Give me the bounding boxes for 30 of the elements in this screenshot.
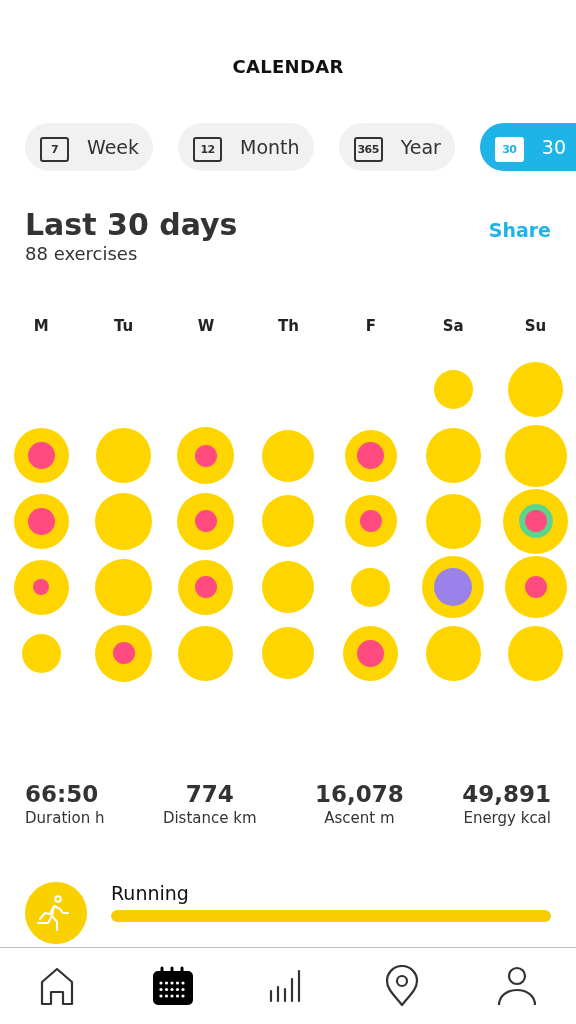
exercise-count: 88 exercises	[25, 243, 139, 265]
weekday-label: W	[197, 317, 215, 337]
period-tab[interactable]: 12 Month	[178, 123, 314, 171]
stat-value: 49,891	[462, 780, 551, 809]
calendar-icon: 365	[353, 137, 383, 162]
weekday-label: F	[365, 317, 376, 337]
stat-value: 66:50	[25, 780, 99, 809]
period-tab[interactable]: 7 Week	[25, 123, 154, 171]
weekday-label: Th	[277, 317, 299, 337]
weekday-label: M	[33, 317, 49, 337]
stat-label: Distance km	[162, 809, 257, 827]
weekday-label: Tu	[113, 317, 134, 337]
running-person-icon	[25, 882, 87, 944]
stat-label: Energy kcal	[463, 809, 551, 827]
period-title: Last 30 days	[25, 207, 238, 243]
calendar-icon: 30	[494, 137, 524, 162]
stat-label: Ascent m	[324, 809, 395, 827]
activity-bubble[interactable]	[13, 494, 69, 549]
screen-title: CALENDAR	[232, 56, 344, 77]
calendar-icon: 12	[193, 137, 223, 162]
activity-name: Running	[111, 882, 190, 904]
weekday-label: Su	[524, 317, 547, 337]
stat-value: 16,078	[315, 780, 404, 809]
calendar-icon	[151, 965, 194, 1007]
activity-bubble[interactable]	[177, 493, 235, 550]
stat-value: 774	[185, 780, 234, 809]
period-tab[interactable]: 365 Year	[338, 123, 455, 171]
stat-label: Duration h	[25, 809, 105, 827]
weekday-label: Sa	[442, 317, 464, 337]
calendar-icon: 7	[40, 137, 69, 162]
